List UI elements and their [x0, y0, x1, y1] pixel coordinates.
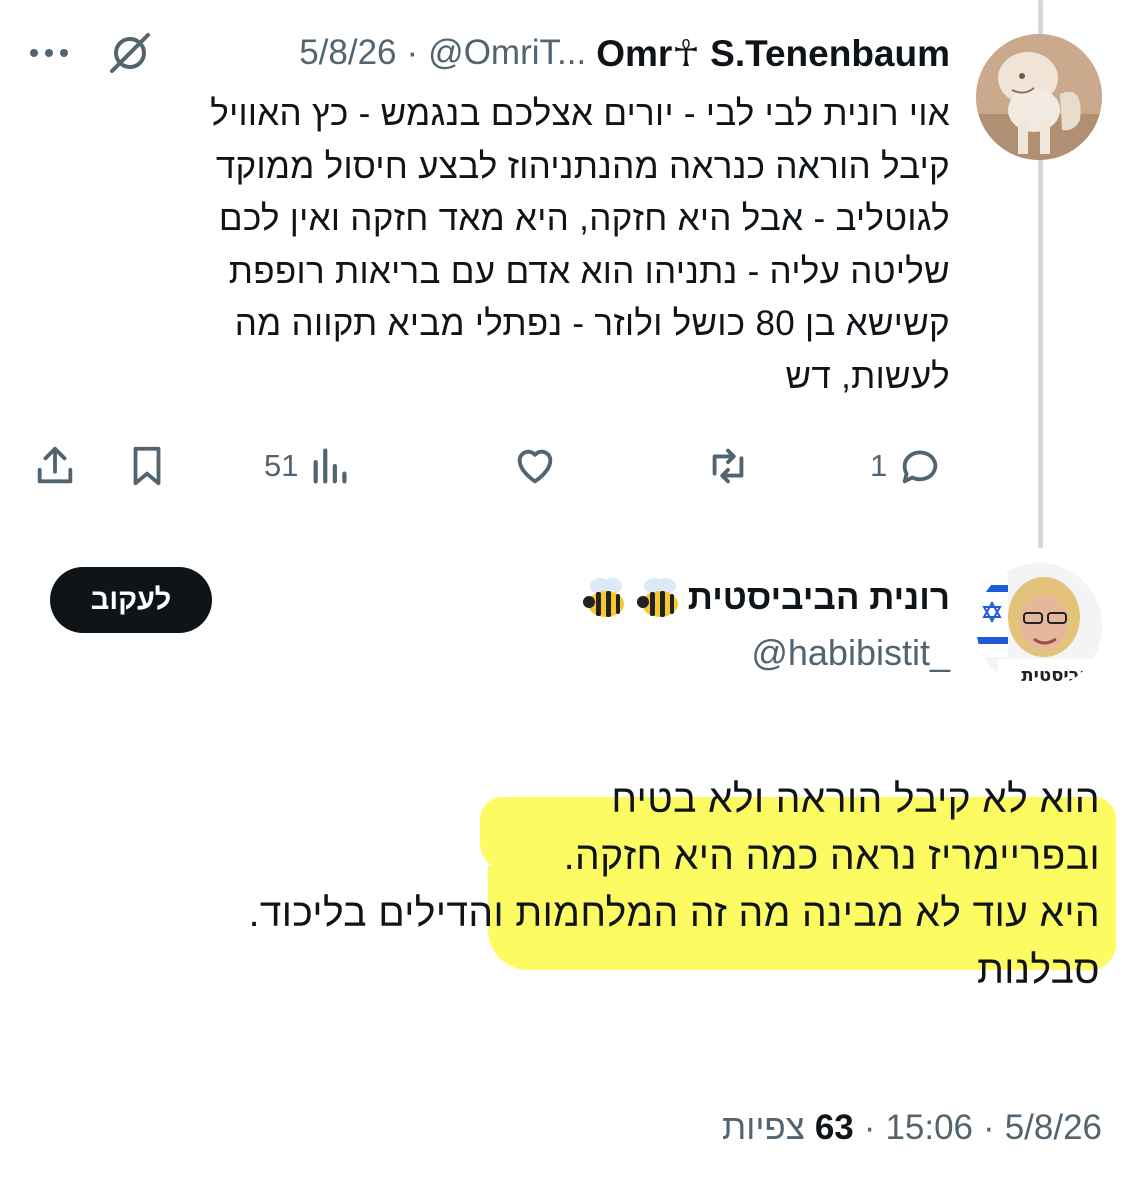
main-tweet-meta: צפיות 63 · 15:06 · 5/8/26	[722, 1108, 1102, 1148]
main-tweet-handle[interactable]: @habibistit_	[751, 632, 950, 674]
avatar-habibistit[interactable]: ביביסטית	[976, 563, 1102, 689]
reply-button[interactable]: 1	[870, 440, 943, 492]
bookmark-icon	[133, 446, 161, 486]
reply-icon	[902, 450, 938, 484]
separator-dot: ·	[863, 1108, 876, 1147]
bee-emoji	[582, 578, 624, 617]
views-number: 63	[814, 1108, 854, 1147]
main-tweet-text: הוא לא קיבל הוראה ולא בטיח ובפריימריז נר…	[249, 771, 1100, 999]
svg-text:ביביסטית: ביביסטית	[1021, 665, 1096, 686]
bee-emoji	[636, 578, 678, 617]
more-dots-icon[interactable]	[30, 30, 80, 76]
avatar-omri[interactable]	[976, 34, 1102, 160]
no-reply-icon	[104, 27, 156, 79]
reply-tweet-handle[interactable]: @OmriT...	[428, 33, 586, 73]
share-icon	[37, 446, 73, 484]
main-text-line: הוא לא קיבל הוראה ולא בטיח	[611, 778, 1100, 821]
reply-text-line: לגוטליב - אבל היא חזקה, היא מאד חזקה ואי…	[218, 199, 950, 238]
reply-tweet-date[interactable]: 5/8/26	[299, 33, 396, 73]
views-label: צפיות	[722, 1108, 805, 1147]
reply-text-line: אוי רונית לבי לבי - יורים אצלכם בנגמש - …	[210, 94, 950, 133]
like-icon	[517, 449, 553, 484]
like-button[interactable]	[512, 440, 558, 492]
main-tweet-display-name: רונית הביביסטית	[687, 578, 950, 617]
views-count: 51	[264, 448, 299, 483]
main-tweet-time[interactable]: 15:06	[885, 1108, 973, 1148]
main-text-line: היא עוד לא מבינה מה זה המלחמות והדילים ב…	[248, 892, 1100, 935]
views-icon	[314, 448, 348, 484]
reply-text-line: קשישא בן 80 כושל ולוזר - נפתלי מביא תקוו…	[234, 304, 950, 343]
reply-text-line: לעשות, דש	[785, 356, 950, 396]
separator-dot: ·	[406, 33, 419, 72]
main-text-line: סבלנות	[976, 949, 1100, 992]
retweet-icon	[712, 448, 744, 484]
views-button[interactable]: 51	[264, 440, 354, 492]
profile-photo: ביביסטית	[976, 563, 1102, 689]
reply-text-line: קיבל הוראה כנראה מהנתניהוז לבצע חיסול ממ…	[215, 146, 950, 186]
reply-tweet-display-name[interactable]: Omr☥ S.Tenenbaum	[596, 32, 950, 75]
follow-button[interactable]: לעקוב	[50, 567, 212, 633]
main-text-line: ובפריימריז נראה כמה היא חזקה.	[563, 835, 1100, 878]
separator-dot: ·	[983, 1108, 995, 1147]
reply-tweet-header: 5/8/26 · @OmriT... Omr☥ S.Tenenbaum	[299, 30, 950, 76]
main-tweet-date[interactable]: 5/8/26	[1005, 1108, 1102, 1148]
reply-text-line: שליטה עליה - נתניהו הוא אדם עם בריאות רו…	[228, 251, 950, 291]
lion-avatar-image	[976, 34, 1102, 160]
reply-count: 1	[870, 448, 888, 483]
reply-tweet-text: אוי רונית לבי לבי - יורים אצלכם בנגמש - …	[130, 88, 950, 403]
main-tweet-name-row[interactable]: רונית הביביסטית	[580, 572, 950, 624]
bookmark-button[interactable]	[124, 440, 170, 492]
retweet-button[interactable]	[705, 440, 751, 492]
share-button[interactable]	[32, 440, 78, 492]
